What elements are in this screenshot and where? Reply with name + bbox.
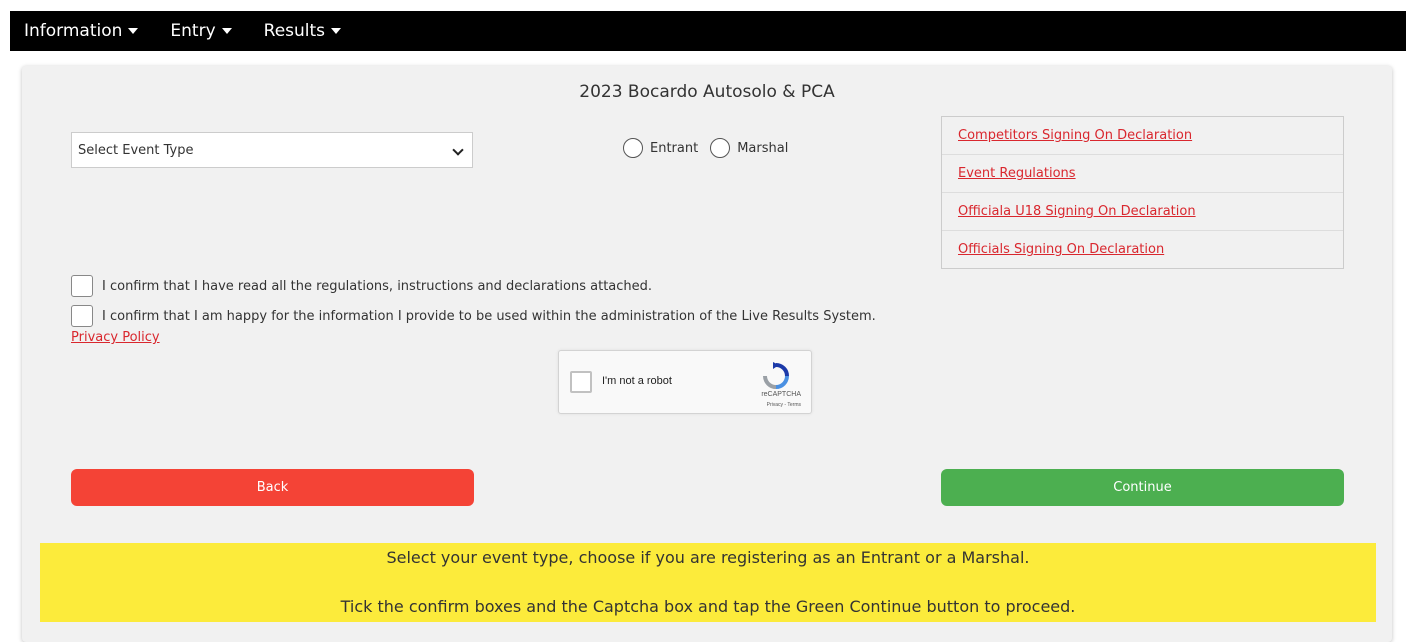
recaptcha-checkbox[interactable] [570,371,592,393]
confirm-regulations-row: I confirm that I have read all the regul… [71,275,652,297]
confirm-regulations-label: I confirm that I have read all the regul… [102,278,653,294]
event-type-select[interactable]: Select Event Type [71,132,473,168]
instructions-notice: Select your event type, choose if you ar… [40,543,1376,622]
nav-item-label: Entry [170,21,216,41]
confirm-data-use-label: I confirm that I am happy for the inform… [102,308,876,324]
recaptcha-brand: reCAPTCHA [761,391,801,398]
marshal-radio-label: Marshal [737,140,789,156]
confirm-data-use-checkbox[interactable] [71,305,93,327]
documents-list: Competitors Signing On Declaration Event… [941,116,1344,269]
caret-down-icon [128,28,139,34]
notice-line-1: Select your event type, choose if you ar… [386,548,1030,567]
nav-item-label: Information [24,21,123,41]
registration-type-radios: Entrant Marshal [623,138,800,158]
recaptcha-logo-icon [763,362,789,389]
caret-down-icon [221,28,232,34]
top-navbar: Information Entry Results [10,11,1406,51]
nav-item-results[interactable]: Results [263,21,342,41]
nav-item-information[interactable]: Information [24,21,139,41]
doc-link-event-regulations[interactable]: Event Regulations [942,155,1343,193]
recaptcha-terms-link[interactable]: Privacy - Terms [767,402,801,408]
caret-down-icon [331,28,342,34]
chevron-down-icon [452,144,464,156]
continue-button[interactable]: Continue [941,469,1344,506]
recaptcha-widget: I'm not a robot reCAPTCHA Privacy - Term… [558,350,812,414]
notice-line-2: Tick the confirm boxes and the Captcha b… [340,597,1076,616]
doc-link-officials-declaration[interactable]: Officials Signing On Declaration [942,231,1343,268]
confirm-regulations-checkbox[interactable] [71,275,93,297]
privacy-policy-link[interactable]: Privacy Policy [71,330,160,345]
entrant-radio-label: Entrant [650,140,699,156]
doc-link-competitors-declaration[interactable]: Competitors Signing On Declaration [942,117,1343,155]
event-type-selected-value: Select Event Type [78,142,194,158]
marshal-radio[interactable] [710,138,731,158]
confirm-data-use-row: I confirm that I am happy for the inform… [71,305,876,327]
recaptcha-label: I'm not a robot [602,375,672,387]
doc-link-officials-u18-declaration[interactable]: Officiala U18 Signing On Declaration [942,193,1343,231]
entry-form-card: 2023 Bocardo Autosolo & PCA Select Event… [22,66,1392,642]
nav-item-entry[interactable]: Entry [170,21,232,41]
entrant-radio[interactable] [623,138,643,158]
back-button[interactable]: Back [71,469,474,506]
nav-item-label: Results [263,21,326,41]
page-title: 2023 Bocardo Autosolo & PCA [579,82,835,102]
